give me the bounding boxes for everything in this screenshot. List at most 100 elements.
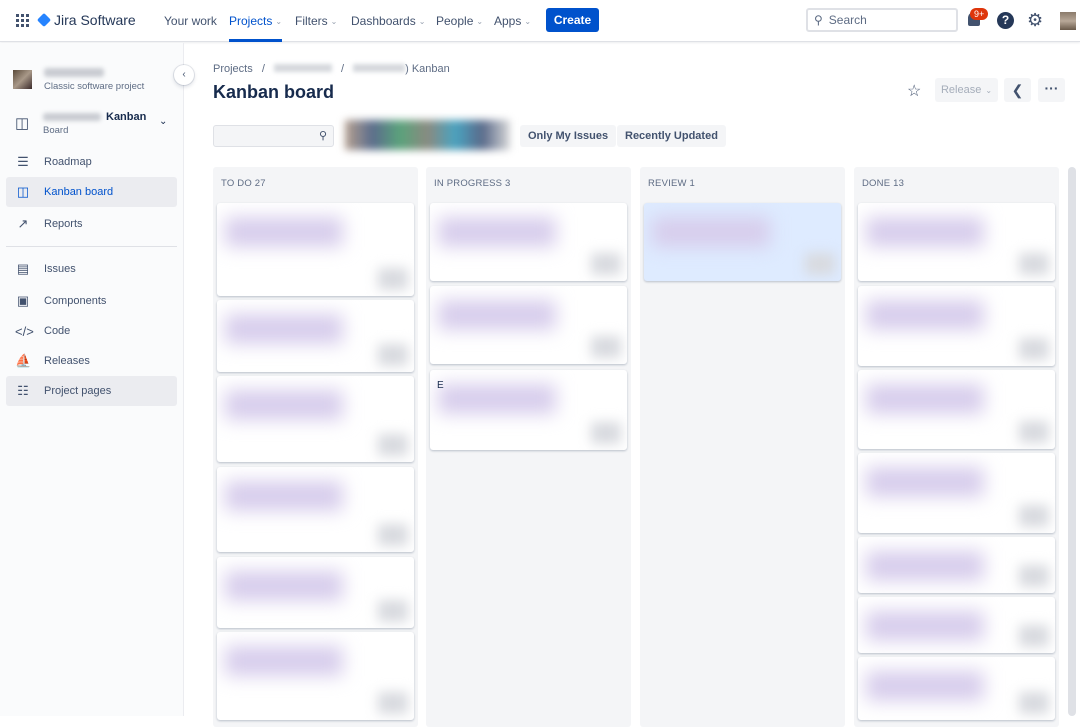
nav-filters[interactable]: Filters ⌄: [295, 0, 337, 42]
page-icon: ☷: [17, 383, 29, 398]
sidebar-item-code[interactable]: </> Code: [6, 316, 177, 346]
card-meta-redacted: [378, 268, 408, 290]
search-icon: ⚲: [814, 13, 823, 27]
star-icon[interactable]: ☆: [907, 81, 921, 101]
issue-card[interactable]: [430, 203, 627, 281]
nav-apps[interactable]: Apps ⌄: [494, 0, 531, 42]
user-avatar[interactable]: [1060, 12, 1076, 30]
issue-card[interactable]: [217, 300, 414, 372]
sidebar-item-releases[interactable]: ⛵ Releases: [6, 346, 177, 376]
chart-icon: ↗: [17, 216, 29, 231]
nav-projects[interactable]: Projects ⌄: [229, 0, 282, 42]
column-count: 1: [689, 178, 696, 189]
collapse-sidebar-button[interactable]: ‹: [174, 65, 194, 85]
issue-card[interactable]: [858, 453, 1055, 533]
column-title: TO DO: [221, 178, 252, 189]
nav-people[interactable]: People ⌄: [436, 0, 483, 42]
project-avatar: [13, 70, 32, 89]
nav-label: People: [436, 14, 474, 28]
release-label: Release: [940, 84, 982, 96]
breadcrumb-project-redacted[interactable]: [273, 64, 332, 72]
column-header: DONE 13: [862, 178, 904, 189]
breadcrumb-projects[interactable]: Projects: [213, 63, 253, 75]
nav-label: Filters: [295, 14, 328, 28]
card-meta-redacted: [378, 600, 408, 622]
search-placeholder: Search: [828, 13, 867, 27]
top-navigation: Jira Software Your work Projects ⌄ Filter…: [0, 0, 1080, 42]
issue-card[interactable]: [217, 557, 414, 628]
card-summary-redacted: [652, 217, 771, 247]
column-review: REVIEW 1: [640, 167, 845, 727]
sidebar-item-label: Components: [44, 295, 107, 307]
breadcrumb-board[interactable]: ) Kanban: [405, 63, 450, 75]
board-scrollbar[interactable]: [1068, 167, 1076, 716]
release-button[interactable]: Release ⌄: [935, 78, 998, 102]
issue-card[interactable]: E: [430, 370, 627, 450]
card-meta-redacted: [1019, 421, 1049, 443]
create-button[interactable]: Create: [546, 8, 599, 32]
sidebar-item-roadmap[interactable]: ☰ Roadmap: [6, 147, 177, 177]
sidebar-item-project-pages[interactable]: ☷ Project pages: [6, 376, 177, 406]
card-summary-redacted: [866, 671, 985, 701]
sidebar-item-label: Project pages: [44, 385, 112, 397]
card-partial-text: E: [437, 380, 444, 391]
issue-card[interactable]: [217, 632, 414, 720]
share-icon[interactable]: ❮: [1004, 78, 1031, 102]
issue-card[interactable]: [430, 286, 627, 364]
chevron-down-icon: ⌄: [524, 16, 532, 26]
sidebar-item-reports[interactable]: ↗ Reports: [6, 209, 177, 239]
chevron-down-icon: ⌄: [330, 16, 338, 26]
issue-card[interactable]: [858, 370, 1055, 449]
settings-gear-icon[interactable]: ⚙: [1027, 11, 1043, 29]
project-sidebar: Classic software project ◫ Kanban Board …: [0, 43, 184, 716]
column-header: REVIEW 1: [648, 178, 695, 189]
nav-your-work[interactable]: Your work: [164, 0, 217, 42]
recently-updated-filter[interactable]: Recently Updated: [617, 125, 726, 147]
chevron-down-icon: ⌄: [275, 16, 283, 26]
card-meta-redacted: [591, 336, 621, 358]
issue-card[interactable]: [217, 203, 414, 296]
card-meta-redacted: [378, 434, 408, 456]
breadcrumb-board-redacted: [353, 64, 406, 72]
nav-label: Your work: [164, 14, 217, 28]
issue-card[interactable]: [217, 467, 414, 552]
jira-logo[interactable]: Jira Software: [36, 12, 136, 28]
column-to-do: TO DO 27: [213, 167, 418, 727]
app-name: Jira Software: [54, 12, 136, 28]
assignee-avatars-redacted[interactable]: [345, 120, 510, 150]
board-icon: ◫: [16, 184, 30, 199]
issue-card[interactable]: [644, 203, 841, 281]
card-meta-redacted: [378, 344, 408, 366]
roadmap-icon: ☰: [17, 154, 29, 169]
jira-diamond-icon: [36, 12, 52, 28]
card-summary-redacted: [438, 217, 557, 247]
issue-card[interactable]: [858, 537, 1055, 593]
only-my-issues-filter[interactable]: Only My Issues: [520, 125, 617, 147]
app-switcher-icon[interactable]: [16, 14, 29, 27]
chevron-down-icon: ⌄: [418, 16, 426, 26]
card-summary-redacted: [866, 467, 985, 497]
sidebar-item-kanban-board[interactable]: ◫ Kanban board: [6, 177, 177, 207]
more-actions-icon[interactable]: ···: [1038, 78, 1065, 102]
chevron-down-icon: ⌄: [159, 116, 168, 127]
search-icon: ⚲: [318, 130, 327, 142]
sidebar-item-label: Kanban board: [44, 186, 114, 198]
nav-dashboards[interactable]: Dashboards ⌄: [351, 0, 425, 42]
issue-card[interactable]: [858, 286, 1055, 366]
column-count: 13: [893, 178, 905, 189]
sidebar-item-label: Issues: [44, 263, 76, 275]
issue-card[interactable]: [858, 657, 1055, 720]
search-input[interactable]: ⚲ Search: [806, 8, 958, 32]
sidebar-item-issues[interactable]: ▤ Issues: [6, 254, 177, 284]
issue-card[interactable]: [858, 203, 1055, 281]
issue-card[interactable]: [217, 376, 414, 462]
issue-card[interactable]: [858, 597, 1055, 653]
board-search-input[interactable]: ⚲: [213, 125, 334, 147]
nav-label: Apps: [494, 14, 522, 28]
help-icon[interactable]: ?: [997, 12, 1014, 29]
project-type: Classic software project: [44, 81, 145, 92]
card-meta-redacted: [805, 253, 835, 275]
card-summary-redacted: [438, 384, 557, 414]
page-title: Kanban board: [213, 82, 335, 102]
sidebar-item-components[interactable]: ▣ Components: [6, 286, 177, 316]
